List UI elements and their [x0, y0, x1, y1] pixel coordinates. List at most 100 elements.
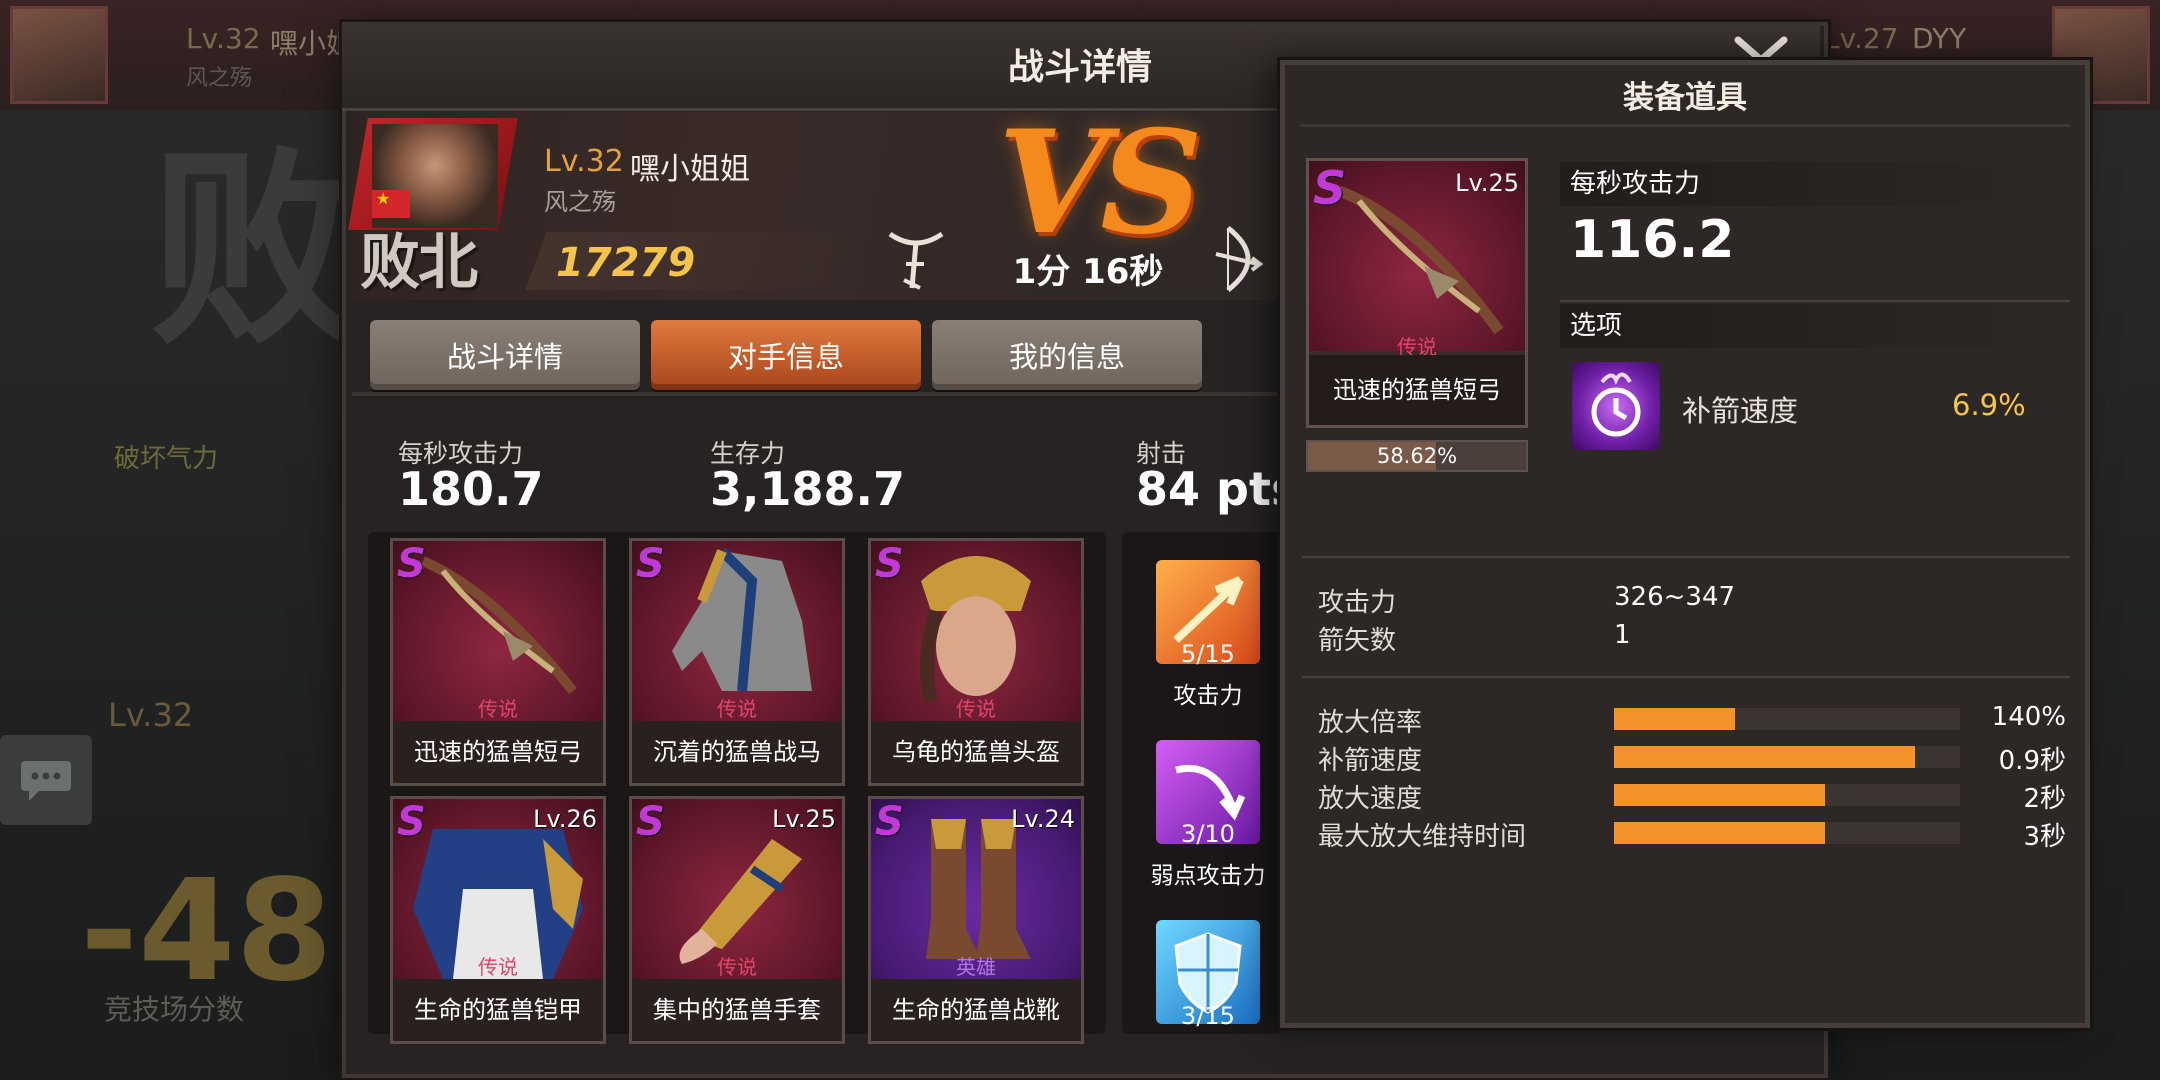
item-progress-bar: 58.62% — [1306, 440, 1528, 472]
divider — [1302, 556, 2070, 558]
boots-icon — [926, 819, 1031, 959]
battle-duration: 1分 16秒 — [1012, 252, 1164, 292]
item-level: Lv.25 — [772, 805, 836, 833]
bg-break-label: 破坏气力 — [114, 444, 219, 474]
rarity-label: 传说 — [717, 697, 757, 721]
tab-opponent-info[interactable]: 对手信息 — [651, 320, 921, 390]
rarity-label: 传说 — [956, 697, 996, 721]
item-slot-glove[interactable]: S Lv.25 传说 集中的猛兽手套 — [629, 796, 845, 1044]
skill-count: 3/10 — [1181, 820, 1235, 848]
grade-badge: S — [636, 541, 665, 587]
stat-bar-fill — [1614, 708, 1736, 730]
item-level: Lv.24 — [1011, 805, 1075, 833]
item-name: 集中的猛兽手套 — [632, 979, 842, 1041]
attr-arrow-count-value: 1 — [1614, 620, 1631, 650]
bow-icon — [1337, 185, 1504, 335]
option-name: 补箭速度 — [1682, 394, 1799, 428]
grade-badge: S — [397, 799, 426, 845]
item-name: 生命的猛兽战靴 — [871, 979, 1081, 1041]
grade-badge: S — [1313, 161, 1347, 215]
item-name: 迅速的猛兽短弓 — [1309, 355, 1525, 425]
player-level: Lv.32 — [544, 144, 624, 179]
tab-battle-detail[interactable]: 战斗详情 — [370, 320, 640, 390]
bg-left-level: Lv.32 — [186, 22, 261, 55]
skill-label: 弱点攻击力 — [1150, 863, 1266, 889]
stat-bar — [1614, 784, 1960, 806]
item-slot-horse[interactable]: S 传说 沉着的猛兽战马 — [629, 538, 845, 786]
skill-count: 5/15 — [1181, 640, 1235, 668]
bg-score-label: 竞技场分数 — [104, 993, 245, 1026]
skill-label: 攻击力 — [1173, 683, 1243, 709]
selected-item[interactable]: S Lv.25 传说 迅速的猛兽短弓 — [1306, 158, 1528, 428]
rarity-label: 传说 — [478, 697, 518, 721]
bar-value: 3秒 — [2023, 822, 2066, 852]
tab-my-info[interactable]: 我的信息 — [932, 320, 1202, 390]
grade-badge: S — [875, 799, 904, 845]
item-slot-armor[interactable]: S Lv.26 传说 生命的猛兽铠甲 — [390, 796, 606, 1044]
bar-label: 最大放大维持时间 — [1318, 822, 1527, 852]
item-name: 乌龟的猛兽头盔 — [871, 721, 1081, 783]
stat-bar — [1614, 822, 1960, 844]
item-slot-boots[interactable]: S Lv.24 英雄 生命的猛兽战靴 — [868, 796, 1084, 1044]
stat-dps-value: 180.7 — [398, 462, 544, 516]
item-name: 迅速的猛兽短弓 — [393, 721, 603, 783]
bg-right-name: DYY — [1912, 22, 1967, 55]
bg-left-avatar — [10, 6, 108, 104]
divider — [1302, 676, 2070, 678]
stat-bar-fill — [1614, 746, 1916, 768]
stat-bar — [1614, 708, 1960, 730]
dps-value: 116.2 — [1570, 210, 1735, 270]
chat-button[interactable] — [0, 735, 92, 825]
tab-divider — [352, 392, 1282, 396]
vs-logo: VS — [998, 100, 1203, 266]
attr-arrow-count-label: 箭矢数 — [1318, 626, 1397, 656]
chat-icon — [21, 761, 71, 801]
rarity-label: 传说 — [478, 955, 518, 979]
player-score: 17279 — [556, 240, 696, 286]
bg-level-badge: Lv.32 — [108, 696, 194, 734]
panel-title: 战斗详情 — [1007, 47, 1152, 88]
bow-icon — [421, 556, 577, 695]
bg-defeat-char: 败 — [150, 126, 361, 373]
skill-count: 3/15 — [1181, 1002, 1235, 1030]
option-header: 选项 — [1560, 304, 2070, 348]
glove-icon — [679, 839, 802, 964]
crossbow-icon — [888, 231, 944, 290]
helmet-icon — [920, 556, 1031, 703]
grade-badge: S — [636, 799, 665, 845]
bar-label: 放大速度 — [1318, 784, 1423, 814]
bar-value: 0.9秒 — [1998, 746, 2066, 776]
rarity-label: 英雄 — [956, 955, 996, 979]
item-name: 沉着的猛兽战马 — [632, 721, 842, 783]
item-level: Lv.25 — [1455, 169, 1519, 197]
stat-survival-value: 3,188.7 — [710, 462, 905, 516]
bar-label: 放大倍率 — [1318, 708, 1423, 738]
bar-label: 补箭速度 — [1318, 746, 1423, 776]
side-title: 装备道具 — [1623, 80, 1747, 116]
reload-fire-icon — [1572, 362, 1660, 450]
option-value: 6.9% — [1952, 388, 2026, 422]
grade-badge: S — [397, 541, 426, 587]
bar-value: 2秒 — [2023, 784, 2066, 814]
player-clan: 风之殇 — [544, 188, 616, 216]
player-name: 嘿小姐姐 — [630, 152, 750, 187]
rarity-label: 传说 — [717, 955, 757, 979]
stat-bar — [1614, 746, 1960, 768]
divider — [1560, 300, 2070, 302]
dps-header: 每秒攻击力 — [1560, 162, 2070, 206]
item-level: Lv.26 — [533, 805, 597, 833]
item-slot-helmet[interactable]: S 传说 乌龟的猛兽头盔 — [868, 538, 1084, 786]
stat-bar-fill — [1614, 784, 1826, 806]
attr-attack-value: 326~347 — [1614, 582, 1736, 612]
side-title-separator — [1300, 124, 2070, 127]
stat-bar-fill — [1614, 822, 1826, 844]
grade-badge: S — [875, 541, 904, 587]
bar-value: 140% — [1991, 702, 2066, 732]
result-label: 败北 — [360, 228, 478, 298]
bow-icon — [1215, 226, 1264, 292]
item-name: 生命的猛兽铠甲 — [393, 979, 603, 1041]
horse-icon — [672, 547, 812, 692]
attr-attack-label: 攻击力 — [1318, 588, 1397, 618]
item-slot-bow[interactable]: S 传说 迅速的猛兽短弓 — [390, 538, 606, 786]
bg-right-level: Lv.27 — [1824, 22, 1899, 55]
